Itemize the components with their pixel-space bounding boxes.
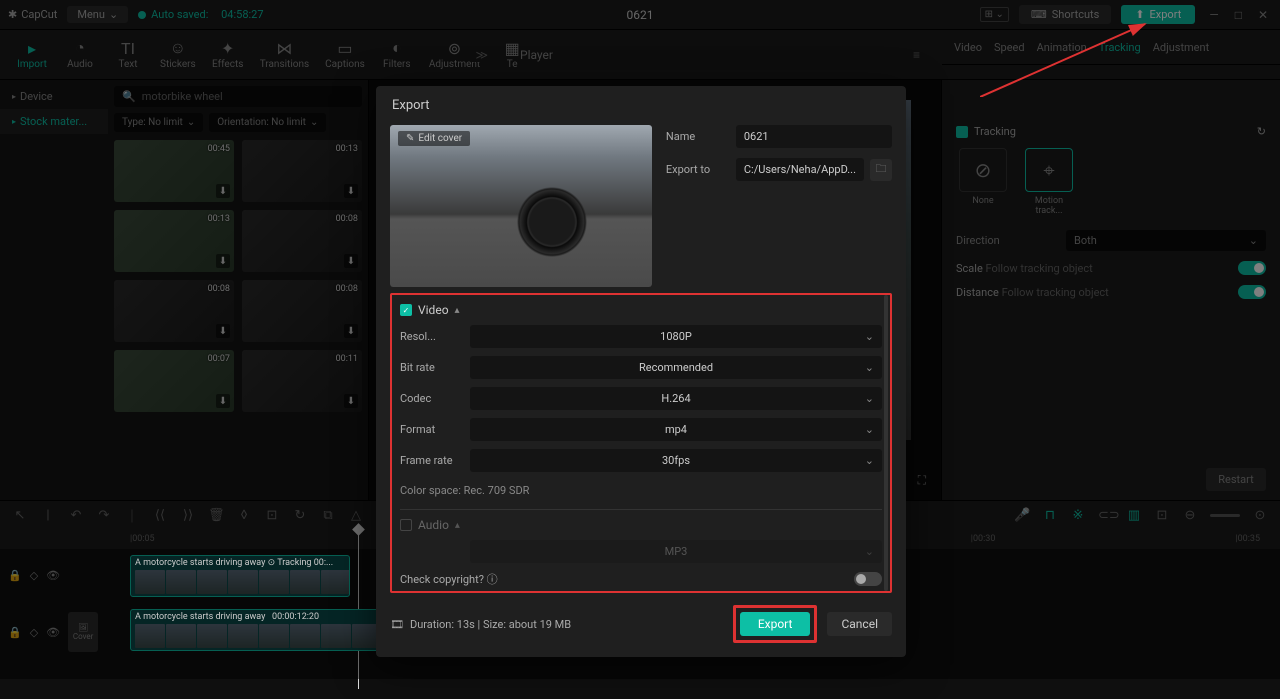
copyright-label: Check copyright?: [400, 573, 484, 586]
video-checkbox[interactable]: ✓: [400, 304, 412, 316]
video-section-label: Video: [418, 303, 449, 317]
copyright-toggle[interactable]: [854, 572, 882, 586]
format-dropdown[interactable]: mp4: [470, 418, 882, 441]
chevron-up-icon[interactable]: ▴: [455, 305, 460, 316]
export-to-label: Export to: [666, 163, 736, 176]
export-cover-preview: ✎Edit cover: [390, 125, 652, 287]
bitrate-dropdown[interactable]: Recommended: [470, 356, 882, 379]
export-button-highlight: Export: [733, 605, 818, 643]
folder-icon: 🗀: [876, 160, 887, 179]
format-label: Format: [400, 423, 470, 436]
color-space-info: Color space: Rec. 709 SDR: [400, 480, 882, 501]
export-dialog: Export ✎Edit cover Name 0621 Export to C…: [376, 86, 906, 657]
scrollbar[interactable]: [884, 295, 888, 591]
browse-folder-button[interactable]: 🗀: [870, 159, 892, 181]
name-label: Name: [666, 130, 736, 143]
export-info: 🎞Duration: 13s | Size: about 19 MB: [390, 618, 571, 631]
highlighted-settings: ✓ Video ▴ Resol...1080P Bit rateRecommen…: [390, 293, 892, 593]
film-icon: 🎞: [390, 618, 404, 631]
codec-dropdown[interactable]: H.264: [470, 387, 882, 410]
framerate-label: Frame rate: [400, 454, 470, 467]
cancel-button[interactable]: Cancel: [827, 612, 892, 636]
name-input[interactable]: 0621: [736, 125, 892, 148]
framerate-dropdown[interactable]: 30fps: [470, 449, 882, 472]
help-icon[interactable]: ⓘ: [487, 573, 498, 586]
codec-label: Codec: [400, 392, 470, 405]
edit-cover-button[interactable]: ✎Edit cover: [398, 131, 470, 146]
export-confirm-button[interactable]: Export: [740, 612, 811, 636]
resolution-label: Resol...: [400, 330, 470, 343]
chevron-up-icon[interactable]: ▴: [455, 520, 460, 531]
export-path-input[interactable]: C:/Users/Neha/AppD...: [736, 158, 864, 181]
dialog-title: Export: [376, 86, 906, 125]
bitrate-label: Bit rate: [400, 361, 470, 374]
audio-format-dropdown: MP3: [470, 540, 882, 563]
audio-section-label: Audio: [418, 518, 449, 532]
pencil-icon: ✎: [406, 133, 414, 144]
audio-checkbox[interactable]: [400, 519, 412, 531]
resolution-dropdown[interactable]: 1080P: [470, 325, 882, 348]
